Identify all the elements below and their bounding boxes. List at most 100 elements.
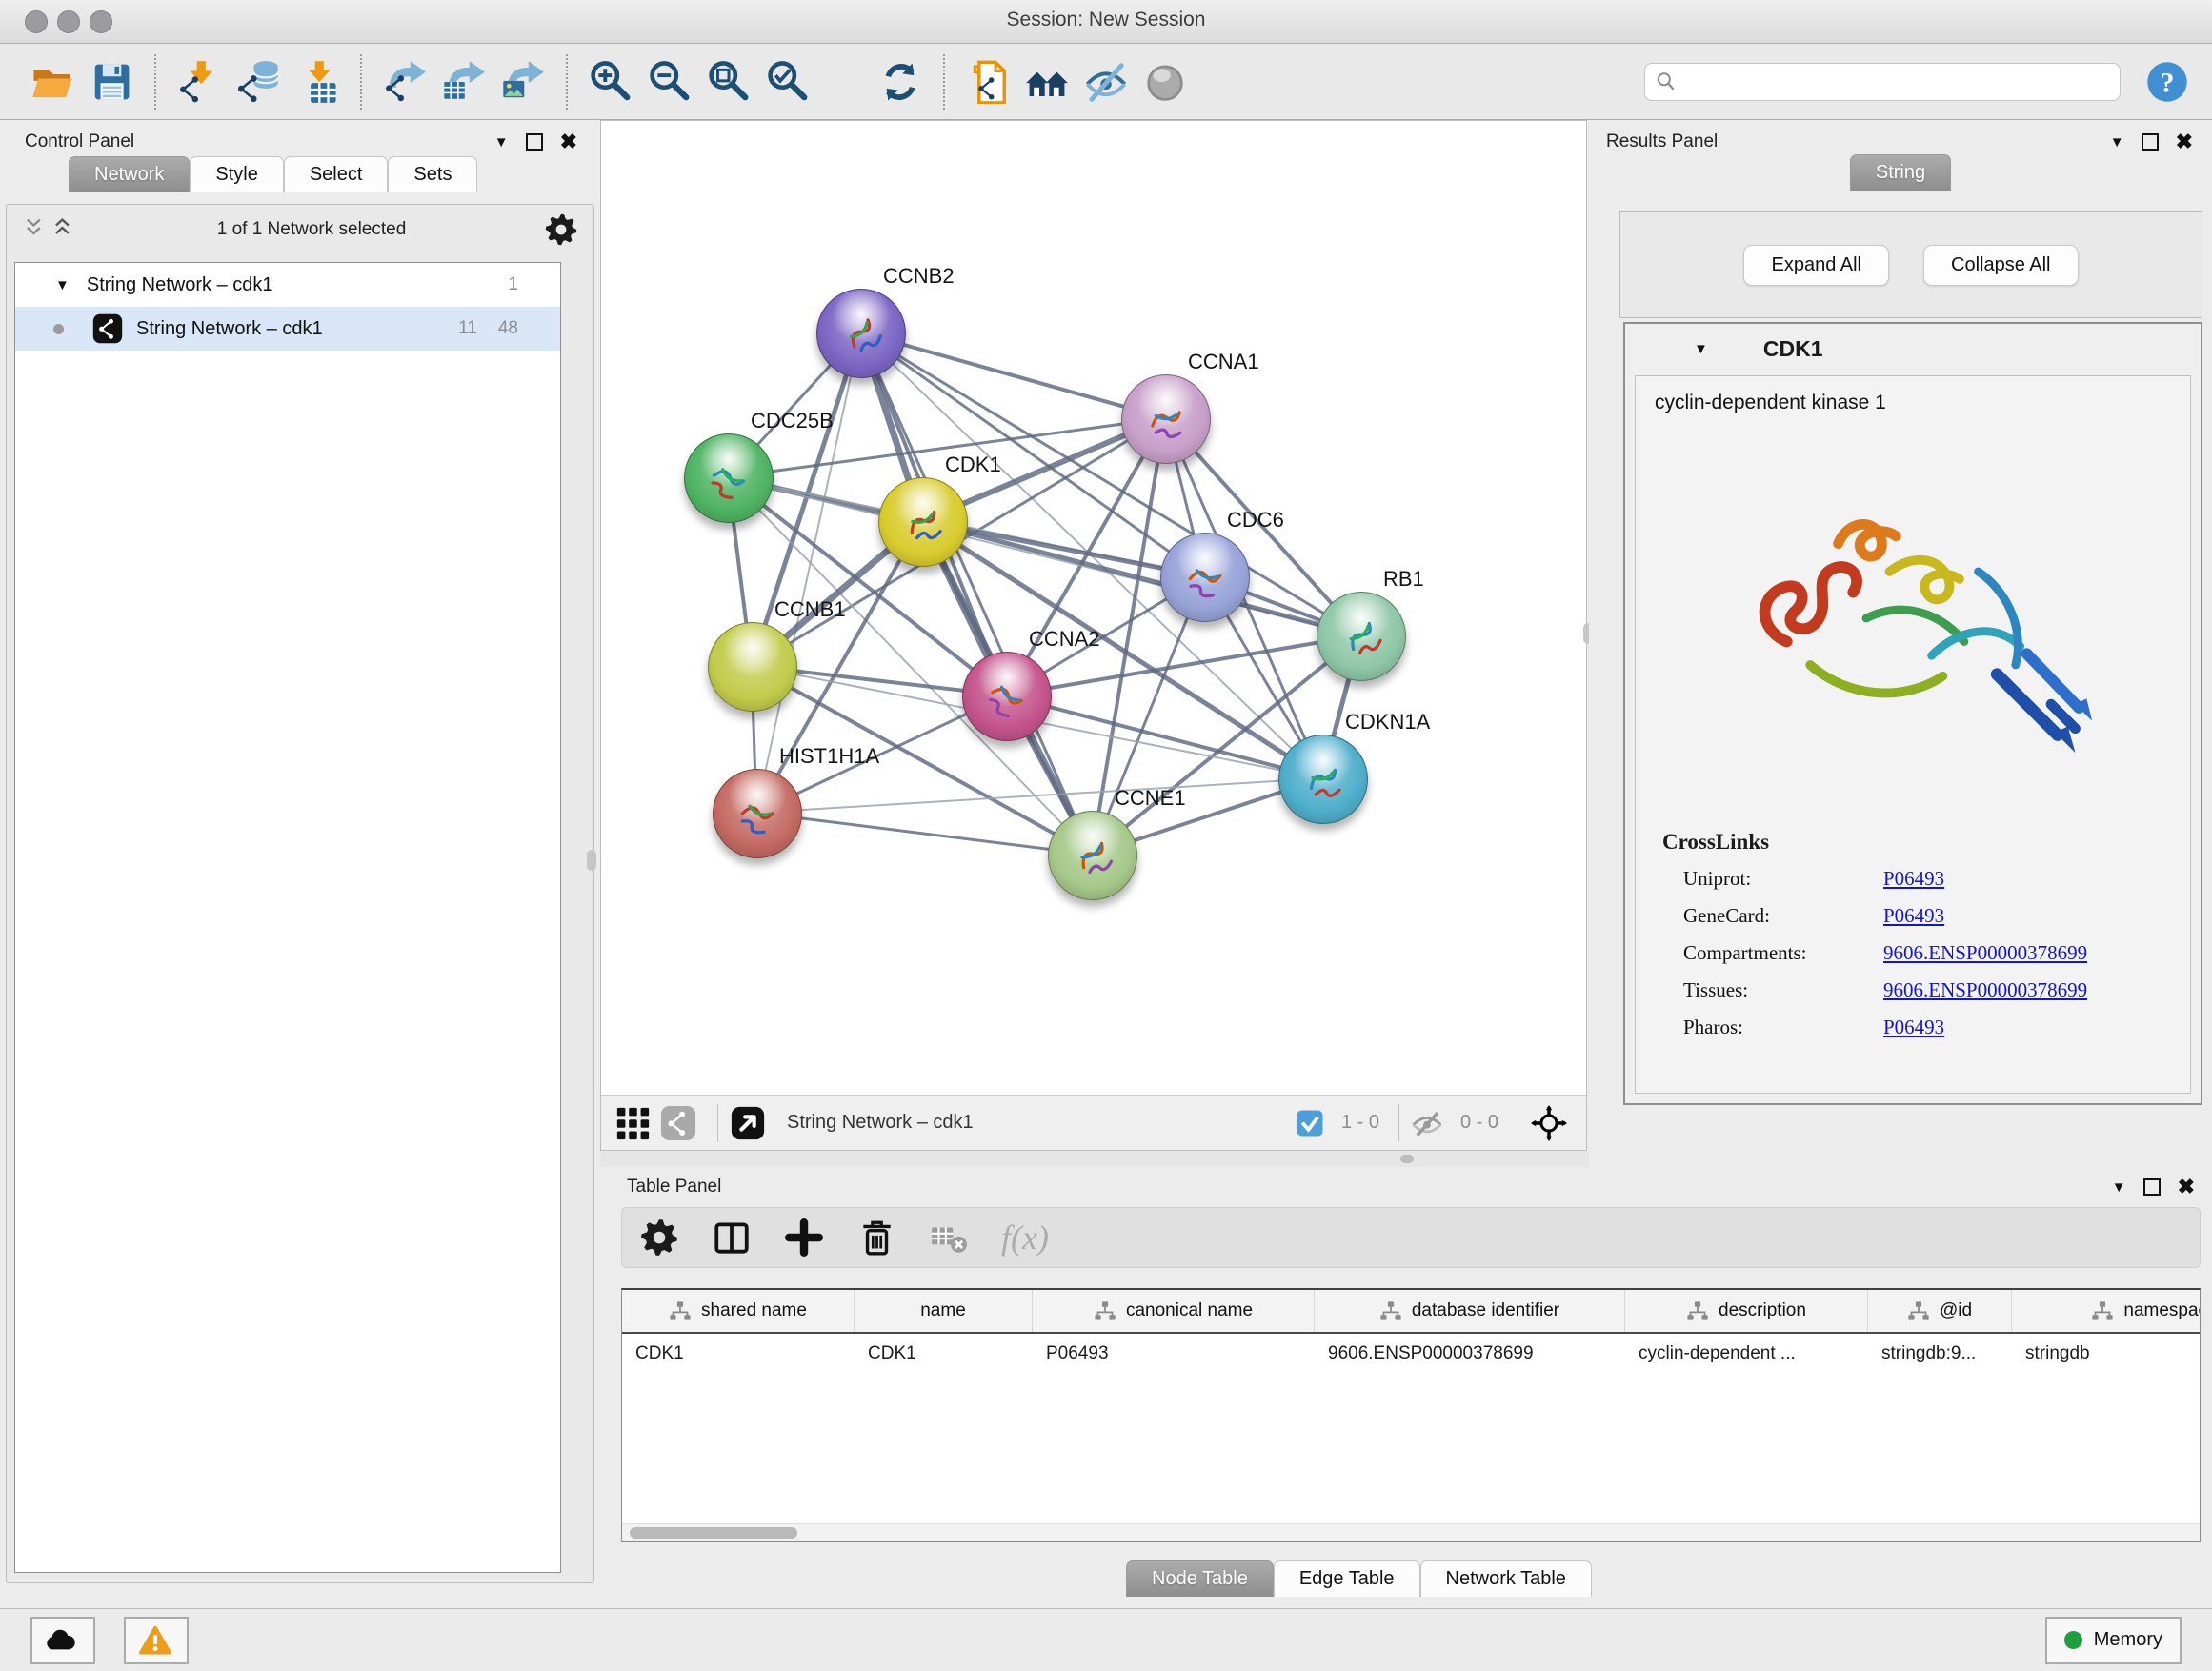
open-in-new-window-icon[interactable] xyxy=(730,1105,766,1141)
crosslink-row: GeneCard:P06493 xyxy=(1636,897,2190,935)
export-image-button[interactable] xyxy=(493,52,553,111)
grid-view-icon[interactable] xyxy=(614,1105,651,1141)
tab-network-table[interactable]: Network Table xyxy=(1420,1560,1592,1597)
table-cell: CDK1 xyxy=(855,1334,1033,1378)
table-horizontal-scrollbar[interactable] xyxy=(622,1523,2200,1541)
document-network-button[interactable] xyxy=(958,52,1017,111)
memory-button[interactable]: Memory xyxy=(2045,1617,2182,1664)
network-node-hist1h1a[interactable] xyxy=(713,769,802,858)
export-network-button[interactable] xyxy=(375,52,434,111)
hide-unhide-button[interactable] xyxy=(1076,52,1136,111)
collapse-all-tree-icon[interactable] xyxy=(50,217,79,242)
table-header-row: shared name name canonical namedatabase id… xyxy=(622,1290,2200,1334)
close-panel-icon[interactable]: ✖ xyxy=(2176,135,2193,149)
network-canvas[interactable]: CCNB2CCNA1CDC25BCDK1CDC6RB1CCNB1CCNA2CDK… xyxy=(601,121,1586,1095)
selected-checkbox-icon[interactable] xyxy=(1296,1109,1324,1137)
network-node-rb1[interactable] xyxy=(1317,592,1406,681)
column-header-namespace[interactable]: namespace xyxy=(2012,1290,2201,1332)
export-table-button[interactable] xyxy=(434,52,493,111)
crosshair-icon[interactable] xyxy=(1531,1105,1567,1141)
tab-sets[interactable]: Sets xyxy=(388,156,477,192)
gear-icon[interactable] xyxy=(544,212,578,247)
import-table-from-file-button[interactable] xyxy=(288,52,347,111)
toolbar-buttons xyxy=(23,52,1195,111)
collapse-all-button[interactable]: Collapse All xyxy=(1923,245,2079,286)
close-panel-icon[interactable]: ✖ xyxy=(560,135,577,149)
network-row[interactable]: String Network – cdk1 11 48 xyxy=(15,307,560,351)
maximize-panel-icon[interactable] xyxy=(526,133,543,151)
houses-button[interactable] xyxy=(1017,52,1076,111)
import-network-from-file-button[interactable] xyxy=(170,52,229,111)
column-header--id[interactable]: @id xyxy=(1868,1290,2012,1332)
control-panel-tabs: NetworkStyleSelectSets xyxy=(69,156,598,192)
protein-structure-thumbnail xyxy=(1293,749,1354,810)
cloud-button[interactable] xyxy=(30,1617,95,1664)
import-network-from-database-button[interactable] xyxy=(229,52,288,111)
maximize-panel-icon[interactable] xyxy=(2142,133,2159,151)
splitter-handle[interactable] xyxy=(1400,1155,1414,1163)
column-header-canonical-name[interactable]: canonical name xyxy=(1033,1290,1315,1332)
expand-all-tree-icon[interactable] xyxy=(22,217,50,242)
expand-all-button[interactable]: Expand All xyxy=(1743,245,1889,286)
crosslink-link[interactable]: 9606.ENSP00000378699 xyxy=(1883,941,2087,965)
gear-icon[interactable] xyxy=(639,1218,679,1258)
table-row[interactable]: CDK1CDK1P064939606.ENSP00000378699cyclin… xyxy=(622,1334,2200,1378)
tab-style[interactable]: Style xyxy=(190,156,283,192)
network-collection-row[interactable]: ▼ String Network – cdk1 1 xyxy=(15,263,560,307)
crosslink-link[interactable]: P06493 xyxy=(1883,867,1944,891)
network-node-cdkn1a[interactable] xyxy=(1278,735,1368,824)
help-button[interactable]: ? xyxy=(2145,60,2189,104)
collapse-gene-icon[interactable]: ▼ xyxy=(1694,341,1708,357)
hidden-node-edge-counts: 0 - 0 xyxy=(1460,1112,1498,1134)
column-header-name[interactable]: name xyxy=(855,1290,1033,1332)
network-node-ccna2[interactable] xyxy=(962,652,1052,741)
network-node-cdk1[interactable] xyxy=(878,477,968,567)
left-splitter-handle[interactable] xyxy=(587,850,596,871)
close-panel-icon[interactable]: ✖ xyxy=(2178,1180,2195,1194)
add-column-icon[interactable] xyxy=(784,1218,824,1258)
tab-edge-table[interactable]: Edge Table xyxy=(1274,1560,1420,1597)
search-box xyxy=(1644,63,2121,101)
network-node-cdc6[interactable] xyxy=(1160,533,1250,622)
network-node-ccna1[interactable] xyxy=(1121,374,1211,464)
collapse-collection-icon[interactable]: ▼ xyxy=(55,277,70,293)
crosslink-link[interactable]: 9606.ENSP00000378699 xyxy=(1883,978,2087,1002)
table-panel: Table Panel ▼ ✖ f(x) shared namenamecano… xyxy=(600,1167,2212,1608)
column-header-database-identifier[interactable]: database identifier xyxy=(1315,1290,1625,1332)
maximize-panel-icon[interactable] xyxy=(2143,1178,2161,1196)
float-panel-icon[interactable]: ▼ xyxy=(2110,134,2124,151)
zoom-in-button[interactable] xyxy=(581,52,640,111)
tab-network[interactable]: Network xyxy=(69,156,190,192)
float-panel-icon[interactable]: ▼ xyxy=(494,134,509,151)
network-node-cdc25b[interactable] xyxy=(684,433,774,523)
zoom-selected-button[interactable] xyxy=(758,52,817,111)
crosslink-link[interactable]: P06493 xyxy=(1883,904,1944,928)
network-view-title: String Network – cdk1 xyxy=(787,1112,974,1134)
column-header-description[interactable]: description xyxy=(1625,1290,1868,1332)
warning-button[interactable] xyxy=(124,1617,189,1664)
gene-section-header[interactable]: ▼ CDK1 xyxy=(1625,324,2201,373)
save-session-button[interactable] xyxy=(82,52,141,111)
column-header-shared-name[interactable]: shared name xyxy=(622,1290,855,1332)
share-view-icon[interactable] xyxy=(660,1105,696,1141)
search-input[interactable] xyxy=(1644,63,2121,101)
network-node-ccne1[interactable] xyxy=(1048,811,1137,900)
sphere-button[interactable] xyxy=(1136,52,1195,111)
scrollbar-thumb[interactable] xyxy=(630,1527,797,1539)
refresh-button[interactable] xyxy=(871,52,930,111)
columns-icon[interactable] xyxy=(712,1218,752,1258)
crosslink-row: Compartments:9606.ENSP00000378699 xyxy=(1636,935,2190,972)
delete-column-icon[interactable] xyxy=(856,1218,896,1258)
column-label: name xyxy=(920,1300,966,1321)
tab-node-table[interactable]: Node Table xyxy=(1126,1560,1274,1597)
zoom-out-button[interactable] xyxy=(640,52,699,111)
tab-string[interactable]: String xyxy=(1850,154,1951,191)
tab-select[interactable]: Select xyxy=(284,156,389,192)
network-node-ccnb1[interactable] xyxy=(708,622,797,712)
float-panel-icon[interactable]: ▼ xyxy=(2112,1179,2126,1196)
open-file-button[interactable] xyxy=(23,52,82,111)
hidden-eye-slash-icon[interactable] xyxy=(1411,1107,1443,1139)
zoom-fit-button[interactable] xyxy=(699,52,758,111)
network-node-ccnb2[interactable] xyxy=(816,289,906,378)
crosslink-link[interactable]: P06493 xyxy=(1883,1016,1944,1039)
